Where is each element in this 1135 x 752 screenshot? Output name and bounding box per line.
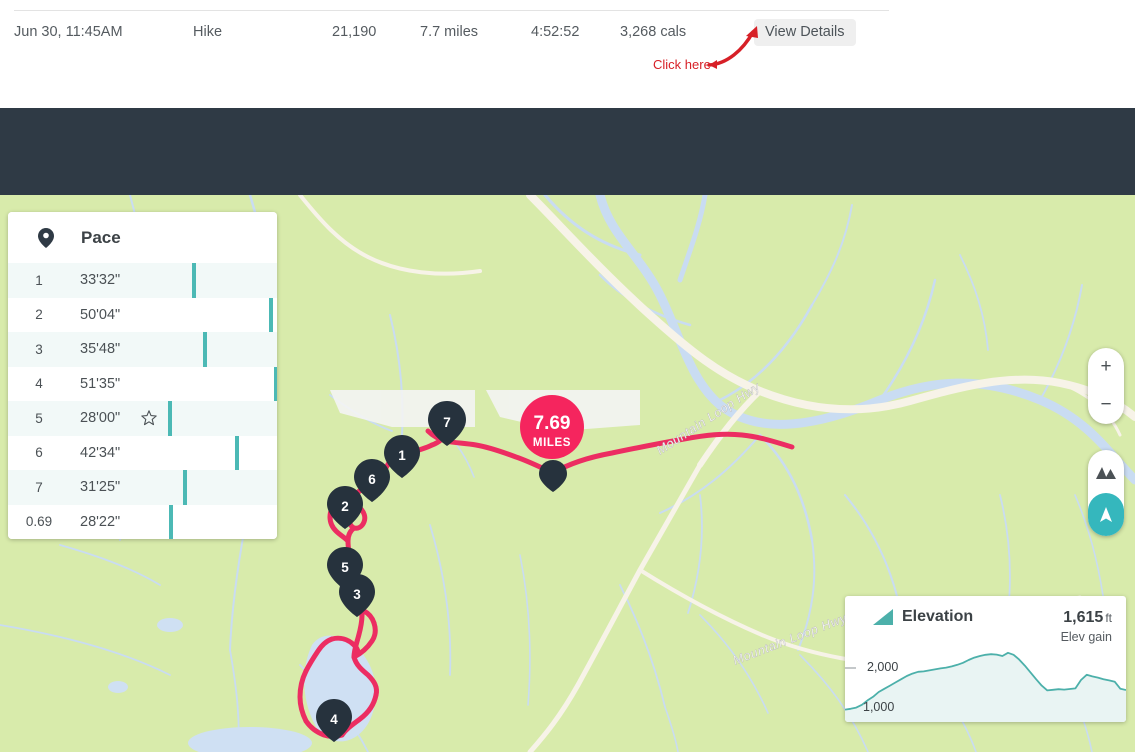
pace-rows-list: 1 33'32" 2 50'04" 3 35'48" 4 51'35" 5 28'00" 6 42'3…: [8, 263, 277, 539]
pace-bar: [191, 263, 196, 298]
mile-marker: 7: [428, 401, 466, 446]
mountain-icon: [1096, 466, 1116, 479]
pace-row[interactable]: 1 33'32": [8, 263, 277, 298]
pace-bar: [268, 297, 273, 332]
activity-detail-header: ❮ Activities List Hike at Tuesday, June …: [0, 108, 1135, 283]
route-end-marker: [539, 460, 567, 492]
pace-splits-panel: Pace 1 33'32" 2 50'04" 3 35'48" 4 51'35" 5 28'00"…: [8, 212, 277, 539]
pace-row-value: 31'25": [80, 479, 121, 496]
svg-text:1: 1: [398, 448, 406, 463]
svg-text:2: 2: [341, 499, 349, 514]
elevation-tick-1000: 1,000: [863, 700, 895, 714]
activity-summary-row: Jun 30, 11:45AM Hike 21,190 7.7 miles 4:…: [0, 0, 1135, 108]
pace-row-index: 2: [35, 307, 43, 323]
pace-panel-title: Pace: [81, 227, 121, 247]
zoom-in-button[interactable]: +: [1088, 348, 1124, 386]
elevation-title: Elevation: [902, 608, 974, 625]
map-pin-icon: [38, 227, 54, 248]
pace-row-value: 42'34": [80, 444, 121, 461]
activity-calories: 3,268 cals: [620, 24, 687, 40]
pace-row-value: 51'35": [80, 375, 121, 392]
pace-row[interactable]: 5 28'00": [8, 401, 277, 436]
map-label-road: Mountain Loop Hwy: [731, 611, 849, 668]
pace-panel-header: Pace: [8, 212, 277, 263]
pace-row[interactable]: 6 42'34": [8, 435, 277, 470]
activity-steps: 21,190: [332, 24, 377, 40]
star-icon[interactable]: [141, 410, 157, 426]
pace-row[interactable]: 4 51'35": [8, 366, 277, 401]
elevation-gain-value: 1,615: [1063, 609, 1104, 626]
pace-row[interactable]: 3 35'48": [8, 332, 277, 367]
pace-row[interactable]: 2 50'04": [8, 297, 277, 332]
elevation-icon: [873, 609, 893, 625]
terrain-layer-button[interactable]: [1088, 450, 1124, 493]
pace-bar: [168, 401, 173, 436]
pace-bar: [183, 470, 188, 505]
elevation-tick-2000: 2,000: [867, 660, 899, 674]
pace-bar: [274, 366, 277, 401]
pace-row-index: 1: [35, 272, 43, 288]
svg-text:7.69: 7.69: [534, 413, 571, 434]
elevation-card: Elevation 1,615 ft Elev gain 2,000 1,000: [845, 596, 1126, 722]
elevation-gain-group: 1,615 ft Elev gain: [1061, 609, 1112, 644]
svg-text:6: 6: [368, 472, 376, 487]
map-zoom-control: + −: [1088, 348, 1124, 424]
row-divider: [14, 10, 889, 11]
activity-date: Jun 30, 11:45AM: [14, 24, 123, 40]
elevation-gain-unit: ft: [1105, 611, 1112, 625]
navigation-icon: [1100, 506, 1112, 522]
pace-row-index: 6: [35, 445, 43, 461]
pace-bar: [202, 332, 207, 367]
pace-bar: [169, 504, 174, 539]
activity-duration: 4:52:52: [531, 24, 580, 40]
pace-row-value: 33'32": [80, 272, 121, 289]
pace-row-index: 0.69: [25, 514, 53, 530]
elevation-chart: 2,000 1,000: [845, 640, 1126, 722]
activity-type: Hike: [193, 24, 223, 40]
pace-row[interactable]: 7 31'25": [8, 470, 277, 505]
pace-row-value: 50'04": [80, 306, 121, 323]
svg-text:4: 4: [330, 712, 338, 727]
pace-row-value: 28'00": [80, 410, 121, 427]
pace-row[interactable]: 0.69 28'22": [8, 504, 277, 539]
end-distance-badge: 7.69 MILES: [520, 395, 584, 459]
pace-row-value: 35'48": [80, 341, 121, 358]
zoom-out-button[interactable]: −: [1088, 386, 1124, 424]
pace-bar: [235, 435, 240, 470]
svg-text:5: 5: [341, 560, 349, 575]
pace-row-value: 28'22": [80, 513, 121, 530]
pace-row-index: 7: [35, 479, 43, 495]
map-layer-control: [1088, 450, 1124, 536]
pace-row-index: 5: [35, 410, 43, 426]
mile-marker: 1: [384, 435, 420, 478]
pace-row-index: 4: [35, 376, 43, 392]
pace-row-index: 3: [35, 341, 43, 357]
activity-distance: 7.7 miles: [420, 24, 479, 40]
svg-text:3: 3: [353, 587, 361, 602]
annotation-arrow-icon: [707, 26, 758, 69]
click-here-annotation: Click here: [653, 57, 711, 72]
elevation-title-group: Elevation: [873, 608, 973, 626]
svg-text:MILES: MILES: [533, 437, 571, 449]
locate-button[interactable]: [1088, 493, 1124, 536]
svg-text:7: 7: [443, 415, 451, 430]
